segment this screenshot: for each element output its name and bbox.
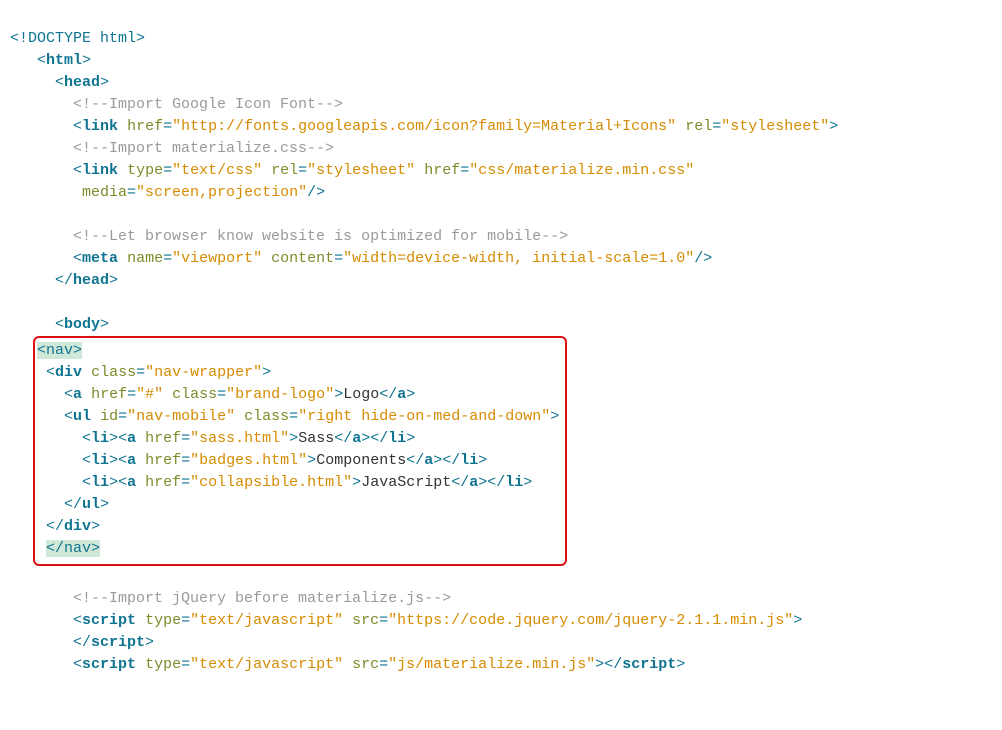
nav-item-javascript: JavaScript [361, 474, 451, 491]
comment-google-font: <!--Import Google Icon Font--> [73, 96, 343, 113]
nav-open: <nav> [37, 342, 82, 359]
nav-close: </nav> [46, 540, 100, 557]
doctype: <!DOCTYPE html> [10, 30, 145, 47]
jquery-src: "https://code.jquery.com/jquery-2.1.1.mi… [388, 612, 793, 629]
highlight-box: <nav> <div class="nav-wrapper"> <a href=… [33, 336, 567, 566]
comment-mobile: <!--Let browser know website is optimize… [73, 228, 568, 245]
tag-body-open: body [64, 316, 100, 333]
comment-jquery: <!--Import jQuery before materialize.js-… [73, 590, 451, 607]
comment-materialize-css: <!--Import materialize.css--> [73, 140, 334, 157]
tag-head-close: head [73, 272, 109, 289]
link1-href: "http://fonts.googleapis.com/icon?family… [172, 118, 676, 135]
materialize-js-src: "js/materialize.min.js" [388, 656, 595, 673]
nav-item-components: Components [316, 452, 406, 469]
tag-html-open: html [46, 52, 82, 69]
code-block: <!DOCTYPE html> <html> <head> <!--Import… [10, 30, 838, 673]
nav-item-sass: Sass [298, 430, 334, 447]
logo-text: Logo [343, 386, 379, 403]
link1-rel: "stylesheet" [721, 118, 829, 135]
tag-head-open: head [64, 74, 100, 91]
